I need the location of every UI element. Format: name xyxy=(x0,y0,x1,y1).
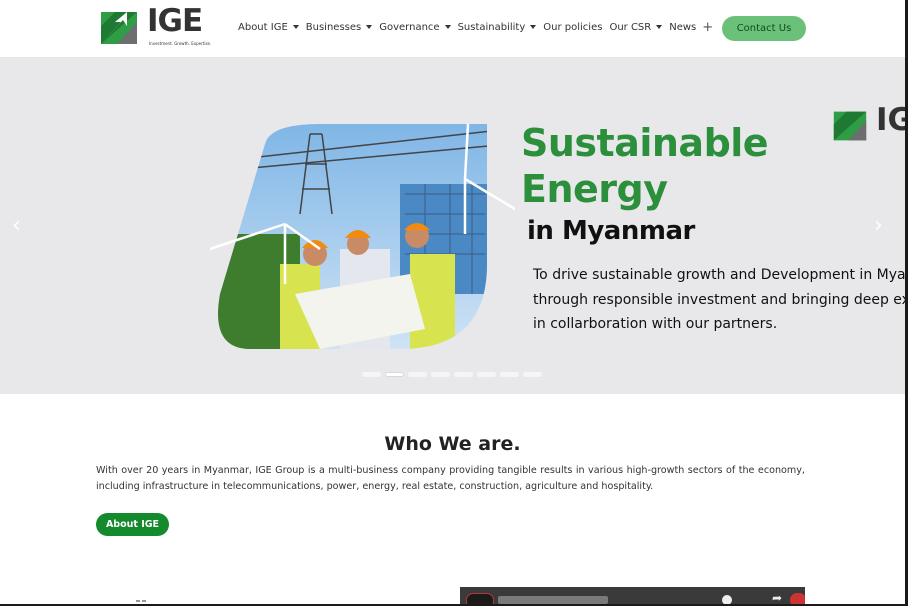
hero-logo-wordmark: IGE xyxy=(876,102,905,138)
plus-icon: + xyxy=(702,19,714,35)
nav-businesses[interactable]: Businesses xyxy=(305,22,373,33)
carousel-prev-icon[interactable]: ‹ xyxy=(12,213,21,238)
carousel-dot[interactable] xyxy=(523,372,542,377)
carousel-dot[interactable] xyxy=(477,372,496,377)
hero-ige-logo: IGE xyxy=(830,102,905,150)
ige-logo-mark-icon xyxy=(833,111,867,141)
who-we-are-text: With over 20 years in Myanmar, IGE Group… xyxy=(96,465,805,492)
logo-wordmark: IGE xyxy=(147,3,203,39)
main-nav: About IGE Businesses Governance Sustaina… xyxy=(238,19,720,35)
carousel-dot[interactable] xyxy=(408,372,427,377)
hero-title-line: Sustainable xyxy=(521,121,769,165)
carousel-dot[interactable] xyxy=(500,372,519,377)
ige-logo[interactable]: IGE Investment. Growth. Expertise. xyxy=(97,3,219,50)
hero-desc-line: To drive sustainable growth and Developm… xyxy=(533,267,905,283)
nav-label: Governance xyxy=(379,22,440,33)
carousel-next-icon[interactable]: › xyxy=(874,213,883,238)
section-fragment xyxy=(96,596,156,602)
hero-title-line: Energy xyxy=(521,167,668,211)
carousel-dot[interactable] xyxy=(385,372,404,377)
nav-label: News xyxy=(669,22,697,33)
carousel-dot[interactable] xyxy=(454,372,473,377)
carousel-indicators xyxy=(362,372,542,377)
nav-label: About IGE xyxy=(238,22,288,33)
caret-down-icon xyxy=(444,24,451,29)
nav-governance[interactable]: Governance xyxy=(379,22,451,33)
hero-desc-line: through responsible investment and bring… xyxy=(533,291,905,308)
nav-label: Sustainability xyxy=(457,22,526,33)
contact-us-button[interactable]: Contact Us xyxy=(722,16,806,41)
caret-down-icon xyxy=(656,24,663,29)
nav-sustainability[interactable]: Sustainability xyxy=(458,22,537,33)
hero-carousel: ‹ Sustainable Energy in Myanmar To drive… xyxy=(0,58,905,394)
logo-tagline: Investment. Growth. Expertise. xyxy=(149,41,212,46)
hero-description: To drive sustainable growth and Developm… xyxy=(533,263,905,337)
caret-down-icon xyxy=(366,24,373,29)
nav-label: Businesses xyxy=(305,22,362,33)
who-we-are-heading: Who We are. xyxy=(384,433,521,455)
hero-desc-line: in collarboration with our partners. xyxy=(533,316,778,332)
hero-subtitle: in Myanmar xyxy=(527,216,695,246)
nav-our-policies[interactable]: Our policies xyxy=(543,22,602,33)
caret-down-icon xyxy=(292,24,299,29)
hero-engineers-image xyxy=(210,124,515,349)
video-title-bar xyxy=(498,596,608,604)
nav-about-ige[interactable]: About IGE xyxy=(238,22,299,33)
about-ige-button[interactable]: About IGE xyxy=(96,513,169,536)
nav-our-csr[interactable]: Our CSR xyxy=(609,22,663,33)
carousel-dot[interactable] xyxy=(431,372,450,377)
nav-news[interactable]: News + xyxy=(669,19,714,35)
hero-title: Sustainable Energy xyxy=(521,120,769,212)
site-header: IGE Investment. Growth. Expertise. About… xyxy=(0,0,905,58)
caret-down-icon xyxy=(530,24,537,29)
nav-label: Our CSR xyxy=(609,22,652,33)
carousel-dot[interactable] xyxy=(362,372,381,377)
nav-label: Our policies xyxy=(543,22,603,33)
share-icon[interactable]: ➦ xyxy=(772,591,782,605)
ige-logo-mark-icon xyxy=(101,12,137,44)
